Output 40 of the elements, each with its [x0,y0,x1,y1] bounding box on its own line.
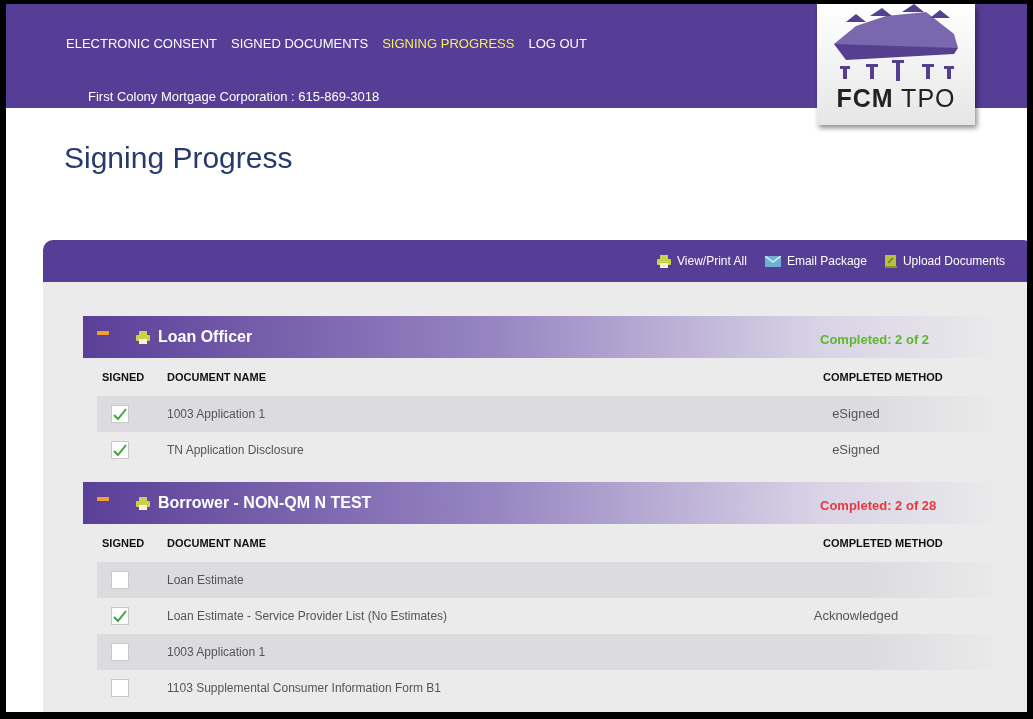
toolbar-link[interactable]: Email Package [764,252,867,270]
column-header: COMPLETED METHOD [822,369,944,385]
document-icon [884,254,897,268]
page-title: Signing Progress [64,140,294,176]
nav-link[interactable]: LOG OUT [528,34,587,54]
printer-icon [136,496,150,510]
document-name: 1103 Supplemental Consumer Information Form B1 [167,680,442,697]
completion-status: Completed: 2 of 28 [819,497,938,516]
document-name: Loan Estimate [167,572,245,589]
nav-link[interactable]: ELECTRONIC CONSENT [66,34,217,54]
nav-link[interactable]: SIGNED DOCUMENTS [230,34,369,54]
printer-icon [657,254,672,268]
document-name: TN Application Disclosure [167,442,305,459]
completion-status: Completed: 2 of 2 [819,331,931,350]
printer-icon [136,330,150,344]
checkbox[interactable] [111,571,129,589]
document-name: 1003 Application 1 [167,406,267,423]
checkbox[interactable] [111,607,129,625]
column-header: COMPLETED METHOD [822,535,944,551]
checkbox[interactable] [111,405,129,423]
completed-method: Acknowledged [812,606,900,625]
section-title: Borrower - NON-QM N TEST [158,493,373,513]
section-title: Loan Officer [158,327,254,347]
completed-method: eSigned [831,404,881,423]
checkbox[interactable] [111,643,129,661]
checkbox[interactable] [111,679,129,697]
column-header: SIGNED [101,369,146,385]
completed-method: eSigned [831,440,881,459]
column-header: SIGNED [101,535,146,551]
toolbar-link[interactable]: Upload Documents [884,252,1005,270]
envelope-icon [764,255,781,267]
logo-text: FCM TPO [836,86,956,111]
column-header: DOCUMENT NAME [167,535,267,551]
checkbox[interactable] [111,441,129,459]
nav-link[interactable]: SIGNING PROGRESS [382,34,515,54]
document-name: Loan Estimate - Service Provider List (No Estimates) [167,608,449,625]
document-name: 1003 Application 1 [167,644,267,661]
company-contact: First Colony Mortgage Corporation : 615-869-3018 [88,87,380,106]
toolbar-link[interactable]: View/Print All [657,252,747,270]
column-header: DOCUMENT NAME [167,369,267,385]
